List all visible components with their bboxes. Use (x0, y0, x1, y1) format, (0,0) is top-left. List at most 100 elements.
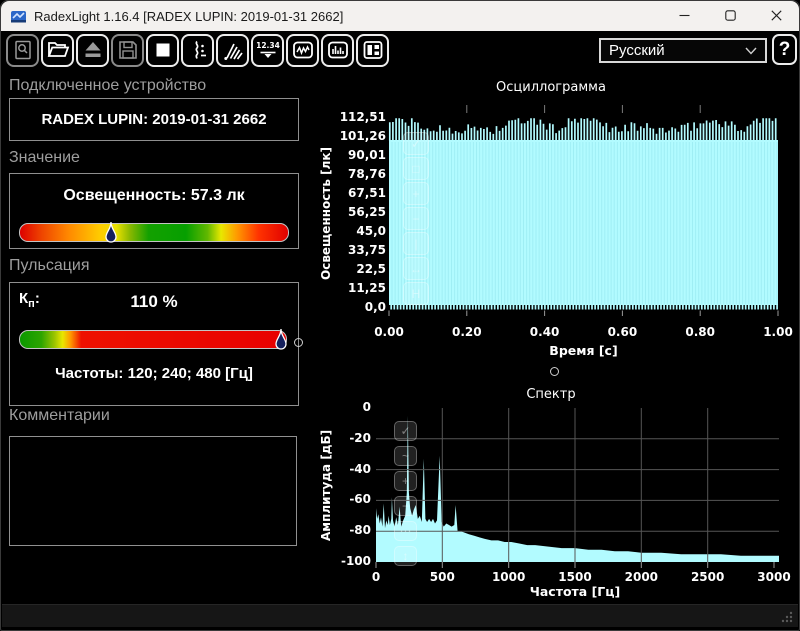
spectrum-y-tick-label: 0 (362, 400, 371, 414)
oscillogram-y-tick-label: 78,76 (348, 167, 386, 181)
frequencies-text: Частоты: 120; 240; 480 [Гц] (55, 365, 253, 382)
close-icon (770, 10, 782, 21)
oscillogram-view-button[interactable] (286, 33, 319, 67)
pulsation-gauge (19, 328, 287, 351)
oscillogram-x-tick-label: 0.60 (607, 325, 638, 339)
spectrum-x-tick-label: 0 (371, 570, 381, 584)
spectrum-y-tick-label: -40 (349, 461, 371, 476)
svg-text:12.34: 12.34 (256, 41, 280, 50)
chevron-down-icon (745, 47, 757, 55)
minimize-icon (679, 14, 689, 17)
oscillogram-x-tick-label: 1.00 (763, 325, 793, 339)
probe-button[interactable] (181, 33, 214, 67)
layout-icon (363, 41, 382, 59)
preview-button[interactable] (6, 33, 39, 67)
fit-tool[interactable]: H (403, 282, 429, 305)
resize-grip-icon[interactable] (779, 609, 794, 624)
spectrum-x-tick-label: 2000 (624, 570, 659, 584)
oscillogram-y-tick-label: 112,51 (339, 110, 386, 124)
zoom-in-tool[interactable]: + (403, 182, 429, 205)
spectrum-y-tick-label: -80 (349, 523, 371, 538)
comments-input[interactable] (9, 436, 297, 546)
close-button[interactable] (753, 1, 799, 30)
oscillogram-y-tick-label: 90,01 (348, 148, 386, 162)
status-bar (2, 604, 798, 627)
preview-magnifier-icon (14, 40, 31, 60)
spectrum-x-axis-label: Частота [Гц] (529, 584, 621, 599)
language-select[interactable]: Русский (599, 38, 767, 63)
oscillogram-y-tick-label: 11,25 (348, 281, 386, 295)
drop-marker-icon (275, 328, 287, 350)
oscillogram-x-tick-label: 0.80 (685, 325, 715, 339)
kp-value: 110 % (130, 292, 178, 311)
spectrum-x-tick-label: 1000 (491, 570, 526, 584)
wave-tool[interactable]: ~ (394, 446, 417, 466)
expand-tool[interactable]: ↕ (394, 546, 417, 566)
oscillogram-y-tick-label: 33,75 (348, 243, 386, 257)
spectrum-chart-toolbar: ✓ ~ + − ⋯ ↕ (394, 421, 417, 566)
illuminance-value: Освещенность: 57.3 лк (63, 187, 245, 204)
spectrum-x-tick-label: 2500 (690, 570, 725, 584)
language-value: Русский (609, 42, 665, 59)
zoom-out-tool[interactable]: − (403, 207, 429, 230)
app-icon (10, 8, 27, 25)
oscillogram-y-tick-label: 45,0 (356, 224, 386, 238)
numeric-display-icon: 12.34 (256, 41, 280, 58)
numeric-display-button[interactable]: 12.34 (251, 33, 284, 67)
open-file-button[interactable] (41, 33, 74, 67)
panel-layout-button[interactable] (356, 33, 389, 67)
save-button[interactable] (111, 33, 144, 67)
spectrum-y-tick-label: -100 (340, 554, 371, 568)
more-tool[interactable]: ⋯ (394, 521, 417, 541)
pulsation-box: Кп: 110 % Частоты: 120; 240; 480 [Гц] (9, 282, 299, 406)
eject-device-button[interactable] (76, 33, 109, 67)
help-button[interactable]: ? (772, 34, 797, 65)
open-folder-icon (47, 42, 69, 57)
pulsation-marker (275, 328, 287, 351)
check-tool[interactable]: ✓ (394, 421, 417, 441)
comments-section-heading: Комментарии (9, 407, 110, 424)
oscillogram-y-tick-label: 101,26 (339, 129, 386, 143)
device-section-heading: Подключенное устройство (9, 77, 207, 94)
value-box: Освещенность: 57.3 лк (9, 173, 299, 249)
cursor-tool[interactable]: | (403, 232, 429, 255)
title-bar: RadexLight 1.16.4 [RADEX LUPIN: 2019-01-… (1, 1, 799, 32)
spectrum-view-button[interactable] (321, 33, 354, 67)
splitter-grip-horizontal[interactable] (550, 367, 559, 376)
spectrum-x-tick-label: 1500 (558, 570, 592, 584)
oscillogram-chart: Осциллограмма Освещенность [лк] Время [с… (301, 76, 800, 381)
light-rays-button[interactable] (216, 33, 249, 67)
device-name-box: RADEX LUPIN: 2019-01-31 2662 (9, 98, 299, 141)
oscillogram-chart-toolbar: ✓ □ + − | ↔ H (403, 132, 429, 305)
oscillogram-x-tick-label: 0.40 (529, 325, 560, 339)
eject-icon (85, 42, 100, 57)
probe-waveform-icon (194, 40, 206, 59)
oscillogram-x-tick-label: 0.20 (451, 325, 482, 339)
oscillogram-x-tick-label: 0.00 (374, 325, 404, 339)
stop-button[interactable] (146, 33, 179, 67)
oscillogram-title: Осциллограмма (496, 80, 606, 95)
oscillogram-y-tick-label: 56,25 (348, 205, 386, 219)
zoom-in-tool[interactable]: + (394, 471, 417, 491)
spectrum-y-tick-label: -60 (349, 492, 371, 507)
oscillogram-y-tick-label: 22,5 (356, 262, 386, 276)
minimize-button[interactable] (661, 1, 707, 30)
illuminance-gauge (19, 221, 289, 243)
splitter-grip-vertical[interactable] (294, 338, 303, 347)
save-floppy-icon (118, 41, 137, 59)
toolbar: 12.34 Русский ? (1, 31, 799, 69)
spectrum-x-tick-label: 500 (429, 570, 455, 584)
check-tool[interactable]: ✓ (403, 132, 429, 155)
select-tool[interactable]: □ (403, 157, 429, 180)
light-rays-icon (223, 43, 243, 60)
spectrum-y-tick-label: -20 (349, 430, 371, 445)
drop-marker-icon (105, 221, 117, 243)
pan-tool[interactable]: ↔ (403, 257, 429, 280)
spectrum-icon (327, 41, 348, 59)
pulsation-section-heading: Пульсация (9, 257, 90, 274)
window-title: RadexLight 1.16.4 [RADEX LUPIN: 2019-01-… (34, 8, 344, 24)
maximize-button[interactable] (707, 1, 753, 30)
zoom-out-tool[interactable]: − (394, 496, 417, 516)
oscillogram-x-axis-label: Время [с] (549, 343, 618, 358)
spectrum-title: Спектр (526, 387, 576, 402)
